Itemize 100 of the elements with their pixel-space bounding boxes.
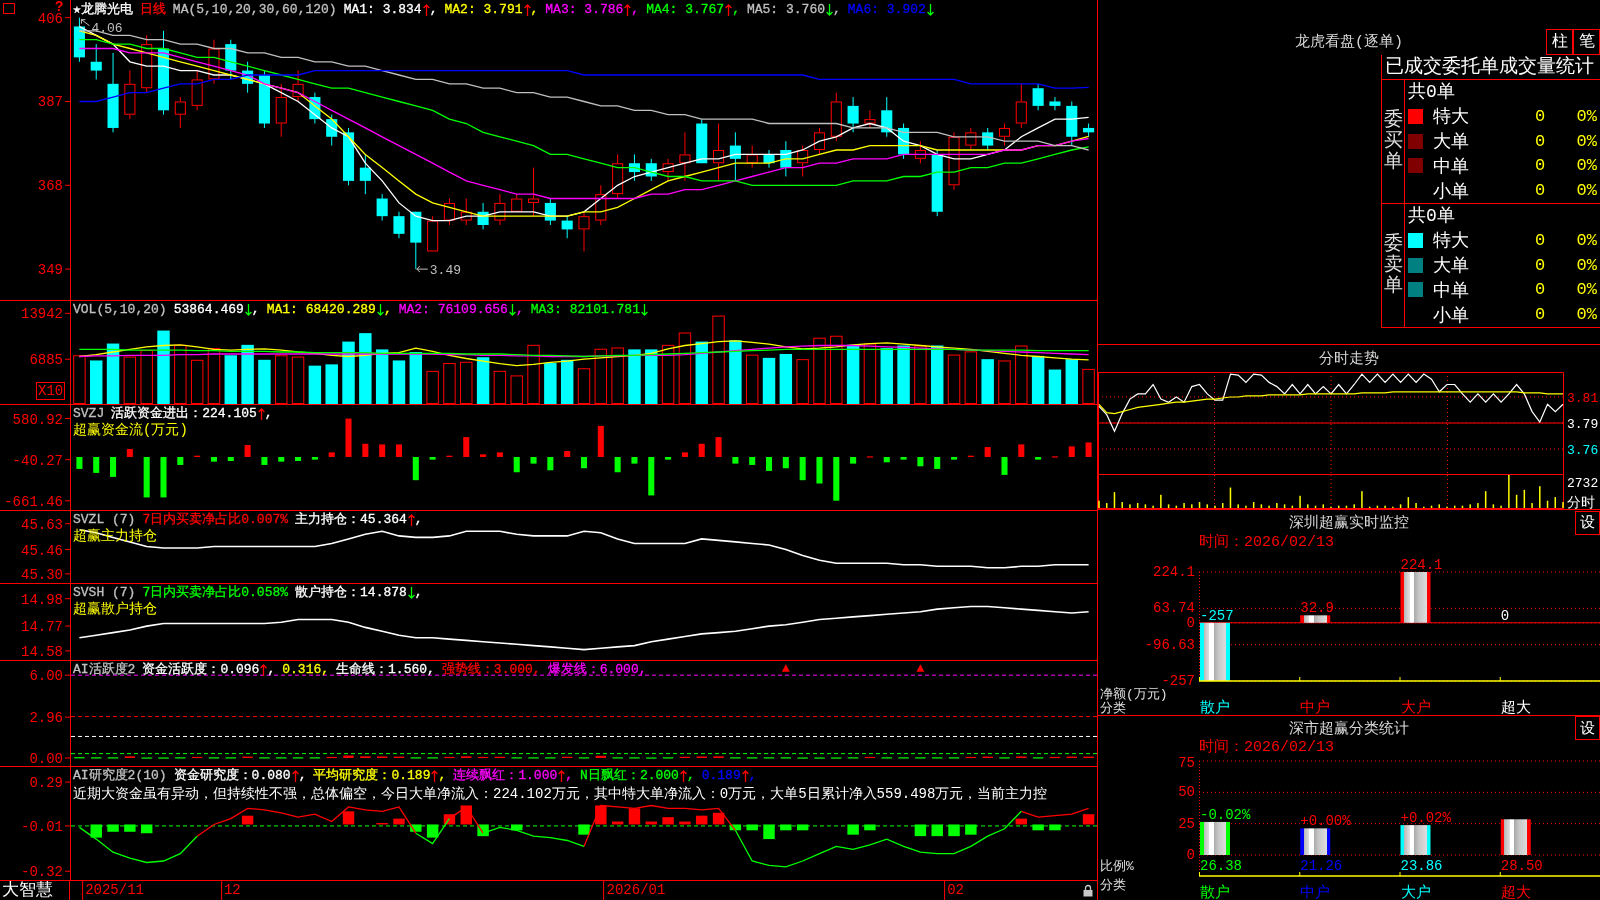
candlestick: [881, 96, 893, 138]
legend-text: 资金研究度：0.080: [173, 768, 291, 783]
candlestick: [141, 34, 153, 94]
axis-label: 2.96: [29, 710, 63, 727]
legend-text: MA(5,10,20,30,60,120): [172, 2, 337, 17]
legend-separator: ,: [383, 302, 392, 317]
bar-value-label: 0: [1500, 607, 1510, 624]
candlestick: [847, 96, 859, 133]
settings-button[interactable]: 设: [1575, 510, 1600, 535]
candlestick: [410, 211, 422, 270]
group-label: 委买单: [1383, 110, 1403, 173]
indicator-title: 超赢散户持仓: [73, 601, 157, 617]
timestamp-text: 时间：2026/02/13: [1199, 740, 1334, 756]
axis-label: -0.32: [21, 864, 63, 880]
candlestick: [763, 149, 775, 169]
candlestick: [359, 153, 371, 195]
candlestick: [174, 96, 186, 129]
legend-text: SVZL (7): [73, 512, 136, 527]
date-label: 02: [944, 881, 964, 900]
legend-text: AI研究度2(10): [73, 768, 167, 783]
candlestick: [914, 140, 926, 164]
axis-label: 3.81: [1567, 391, 1599, 406]
candlestick: [1083, 123, 1095, 138]
legend-text: MA5: 3.760: [746, 2, 825, 17]
order-size-label: 小单: [1433, 304, 1469, 327]
bar-value-label: 26.38: [1200, 858, 1242, 874]
axis-label: 580.92: [12, 411, 63, 428]
axis-label: 75: [1178, 756, 1195, 771]
legend-separator: ,: [515, 302, 524, 317]
candlestick: [595, 184, 607, 226]
candlestick: [696, 118, 708, 164]
square-icon: [3, 3, 15, 14]
legend-text: 强势线：3.000,: [441, 662, 541, 677]
legend-separator: ,: [264, 406, 273, 421]
axis-label: 3.79: [1567, 417, 1599, 432]
legend-text: 散户持仓：14.878: [295, 585, 407, 600]
axis-label: 224.1: [1153, 564, 1195, 580]
view-toggle-button[interactable]: 柱: [1546, 28, 1573, 55]
axis-label: 45.63: [21, 516, 63, 533]
axis-label: 6885: [29, 352, 63, 369]
legend-text: 连续飘红：1.000: [453, 768, 558, 783]
candlestick: [124, 70, 136, 120]
category-label: 超大: [1500, 885, 1531, 900]
candlestick: [191, 70, 203, 111]
axis-label: 3.76: [1567, 443, 1599, 458]
category-label: 中户: [1300, 885, 1331, 900]
legend-text: AI活跃度2: [73, 662, 136, 677]
legend-text: N日飘红：2.000: [580, 768, 679, 783]
category-label: 大户: [1400, 700, 1431, 715]
table-header: 已成交委托单成交量统计: [1382, 55, 1600, 80]
candlestick: [1032, 83, 1044, 111]
candlestick: [612, 153, 624, 200]
candlestick: [511, 193, 523, 213]
legend-text: 平均研究度：0.189: [313, 768, 431, 783]
candlestick: [931, 149, 943, 217]
annotation: 4.06: [91, 20, 123, 36]
annotation: 3.49: [429, 263, 462, 279]
candlestick: [729, 131, 741, 182]
order-count: 0: [1534, 131, 1546, 151]
order-size-label: 大单: [1433, 255, 1469, 278]
legend-text: 资金活跃度：0.096: [142, 662, 260, 677]
candlestick: [275, 83, 287, 138]
panel-title: 深圳超赢实时监控: [1289, 513, 1409, 532]
candlestick: [73, 17, 85, 63]
order-size-label: 特大: [1433, 106, 1469, 129]
date-label: 12: [220, 881, 241, 900]
legend-text: MA1: 68420.289: [266, 302, 376, 317]
order-share: 0%: [1576, 280, 1597, 300]
candlestick: [998, 123, 1011, 147]
candlestick: [393, 211, 405, 239]
axis-title: 分类: [1100, 701, 1126, 715]
panel-title: 龙虎看盘(逐单): [1295, 32, 1403, 51]
order-share: 0%: [1576, 305, 1597, 325]
axis-label: 406: [37, 10, 63, 27]
bar-value-label: 23.86: [1400, 858, 1443, 874]
legend-separator: ,: [833, 2, 841, 17]
axis-label: 14.98: [21, 591, 63, 608]
axis-label: 0.00: [29, 751, 63, 766]
order-size-label: 中单: [1433, 155, 1469, 178]
price-annotation: 3.49: [416, 263, 461, 279]
order-share: 0%: [1576, 181, 1597, 201]
timestamp-text: 时间：2026/02/13: [1199, 535, 1334, 551]
order-count: 0: [1534, 280, 1546, 300]
axis-label: 14.77: [21, 619, 63, 636]
order-count: 0: [1534, 106, 1546, 126]
legend-separator: ,: [565, 768, 574, 783]
candlestick: [898, 123, 910, 160]
legend-text: 7日内买卖净占比0.007%: [142, 512, 289, 527]
axis-label: 387: [37, 94, 63, 111]
settings-button[interactable]: 设: [1575, 716, 1600, 740]
legend-separator: ,: [251, 302, 260, 317]
axis-label: 6.00: [29, 668, 63, 685]
candlestick: [830, 92, 842, 142]
candlestick: [376, 193, 388, 222]
order-count: 0: [1534, 156, 1546, 176]
order-count: 0: [1534, 230, 1546, 250]
order-count: 0: [1534, 181, 1546, 201]
view-toggle-button[interactable]: 笔: [1573, 28, 1600, 55]
axis-label: -40.27: [12, 452, 63, 469]
category-label: 散户: [1200, 885, 1230, 900]
